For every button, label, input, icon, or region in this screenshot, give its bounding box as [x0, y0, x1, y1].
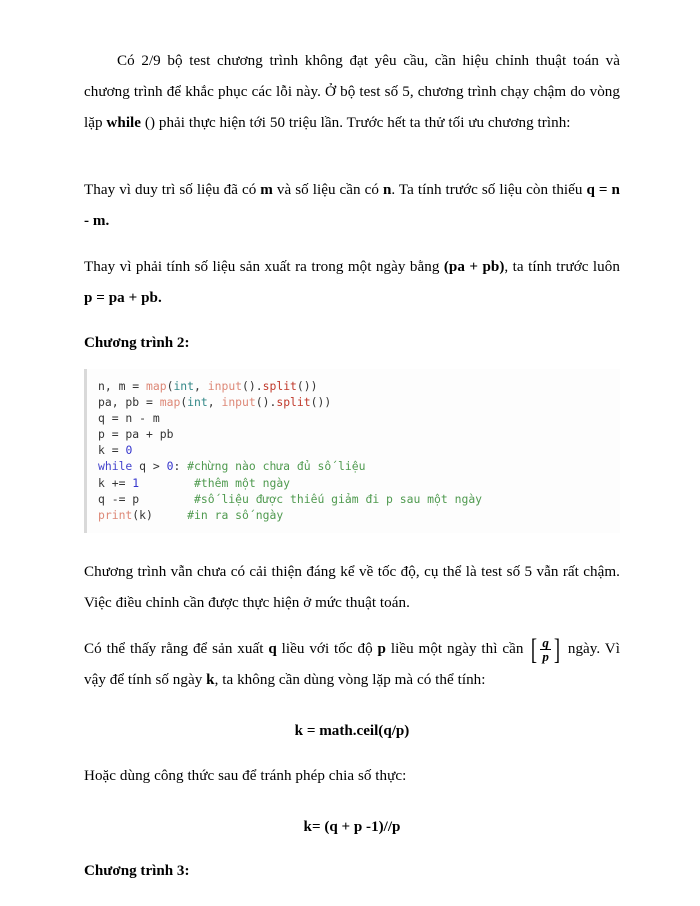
code-line-4: p = pa + pb	[98, 427, 174, 442]
code-line-2: pa, pb = map(int, input().split())	[98, 394, 620, 410]
code-line-1: n, m = map(int, input().split())	[98, 378, 620, 394]
code-token-plain: ,	[194, 379, 208, 393]
var-p: p	[377, 640, 386, 657]
paragraph-ceiling-text-3: liều một ngày thì cần	[386, 640, 529, 657]
code-token-plain: k +=	[98, 475, 133, 490]
code-block-program-2: n, m = map(int, input().split()) pa, pb =…	[84, 369, 620, 533]
code-line-3: q = n - m	[98, 411, 160, 426]
code-token-plain: ().	[242, 379, 263, 393]
paragraph-ceiling-text-1: Có thể thấy rằng để sản xuất	[84, 640, 269, 657]
heading-program-3: Chương trình 3:	[84, 862, 190, 879]
code-line-5: k = 0	[98, 442, 620, 458]
paragraph-intro-keyword: while	[106, 115, 142, 131]
expr-pa-pb: (pa + pb)	[443, 259, 505, 275]
code-token-int: int	[187, 395, 208, 410]
paragraph-production-text-1: Thay vì phải tính số liệu sản xuất ra tr…	[84, 259, 444, 275]
code-line-8: q -= p #số liệu được thiếu giảm đi p sau…	[98, 491, 620, 507]
paragraph-intro-text-2: () phải thực hiện tới 50 triệu lần. Trướ…	[141, 115, 571, 131]
paragraph-production: Thay vì phải tính số liệu sản xuất ra tr…	[84, 252, 620, 314]
var-p-equation: p = pa + pb.	[84, 290, 162, 306]
paragraph-ceiling-explanation: Có thể thấy rằng để sản xuất q liều với …	[84, 634, 620, 696]
heading-program-2: Chương trình 2:	[84, 335, 190, 351]
code-token-number: 0	[125, 443, 133, 458]
fraction-denominator: p	[540, 649, 551, 665]
code-token-split: split	[276, 395, 311, 410]
code-token-plain: (k)	[132, 507, 188, 522]
paragraph-variables-text-2: và số liệu cần có	[272, 182, 383, 198]
code-token-plain: q >	[132, 459, 167, 474]
code-token-plain: ())	[310, 395, 332, 410]
code-line-9: print(k) #in ra số ngày	[98, 507, 620, 523]
code-token-plain: pa, pb =	[98, 395, 160, 410]
code-token-plain: q -= p	[98, 491, 195, 506]
code-token-plain: ,	[207, 395, 222, 410]
bracket-right: ]	[553, 632, 561, 666]
document-page: Có 2/9 bộ test chương trình không đạt yê…	[0, 0, 700, 906]
code-token-plain: n, m =	[98, 379, 147, 393]
paragraph-ceiling-text-5: , ta không cần dùng vòng lặp mà có thể t…	[214, 671, 486, 688]
var-q: q	[268, 640, 277, 657]
code-token-comment: #in ra số ngày	[187, 507, 284, 522]
code-token-input: input	[221, 395, 256, 410]
code-line-6: while q > 0: #chừng nào chưa đủ số liệu	[98, 458, 620, 474]
fraction-q-over-p: qp	[539, 636, 552, 664]
code-token-input: input	[207, 379, 243, 393]
paragraph-variables-text-3: . Ta tính trước số liệu còn thiếu	[391, 182, 587, 198]
paragraph-no-improvement: Chương trình vẫn chưa có cải thiện đáng …	[84, 563, 620, 611]
ceiling-fraction-notation: [q p]	[529, 632, 562, 666]
code-token-comment: #thêm một ngày	[194, 475, 291, 490]
paragraph-avoid-float-division: Hoặc dùng công thức sau để tránh phép ch…	[84, 767, 407, 784]
code-line-7: k += 1 #thêm một ngày	[98, 475, 620, 491]
paragraph-intro: Có 2/9 bộ test chương trình không đạt yê…	[84, 46, 620, 139]
code-token-map: map	[159, 395, 181, 410]
code-token-map: map	[146, 379, 167, 393]
var-m: m	[260, 182, 273, 198]
paragraph-production-text-2: , ta tính trước luôn	[504, 259, 620, 275]
formula-math-ceil: k = math.ceil(q/p)	[294, 722, 410, 739]
code-token-plain: ())	[296, 379, 318, 393]
code-token-comment: #số liệu được thiếu giảm đi p sau một ng…	[194, 491, 483, 506]
code-token-print: print	[98, 507, 133, 522]
code-token-split: split	[262, 379, 297, 393]
var-k: k	[206, 671, 215, 688]
paragraph-variables-text-1: Thay vì duy trì số liệu đã có	[84, 182, 261, 198]
formula-integer-division: k= (q + p -1)//p	[303, 818, 401, 835]
code-token-int: int	[173, 379, 195, 393]
paragraph-variables: Thay vì duy trì số liệu đã có m và số li…	[84, 175, 620, 237]
code-token-while: while	[98, 459, 133, 474]
code-token-plain: :	[173, 459, 188, 474]
paragraph-ceiling-text-2: liều với tốc độ	[276, 640, 378, 657]
code-token-plain: ().	[255, 395, 277, 410]
bracket-left: [	[531, 632, 538, 666]
fraction-numerator: q	[542, 635, 549, 651]
code-token-comment: #chừng nào chưa đủ số liệu	[187, 459, 366, 474]
code-token-plain: k =	[98, 443, 126, 458]
